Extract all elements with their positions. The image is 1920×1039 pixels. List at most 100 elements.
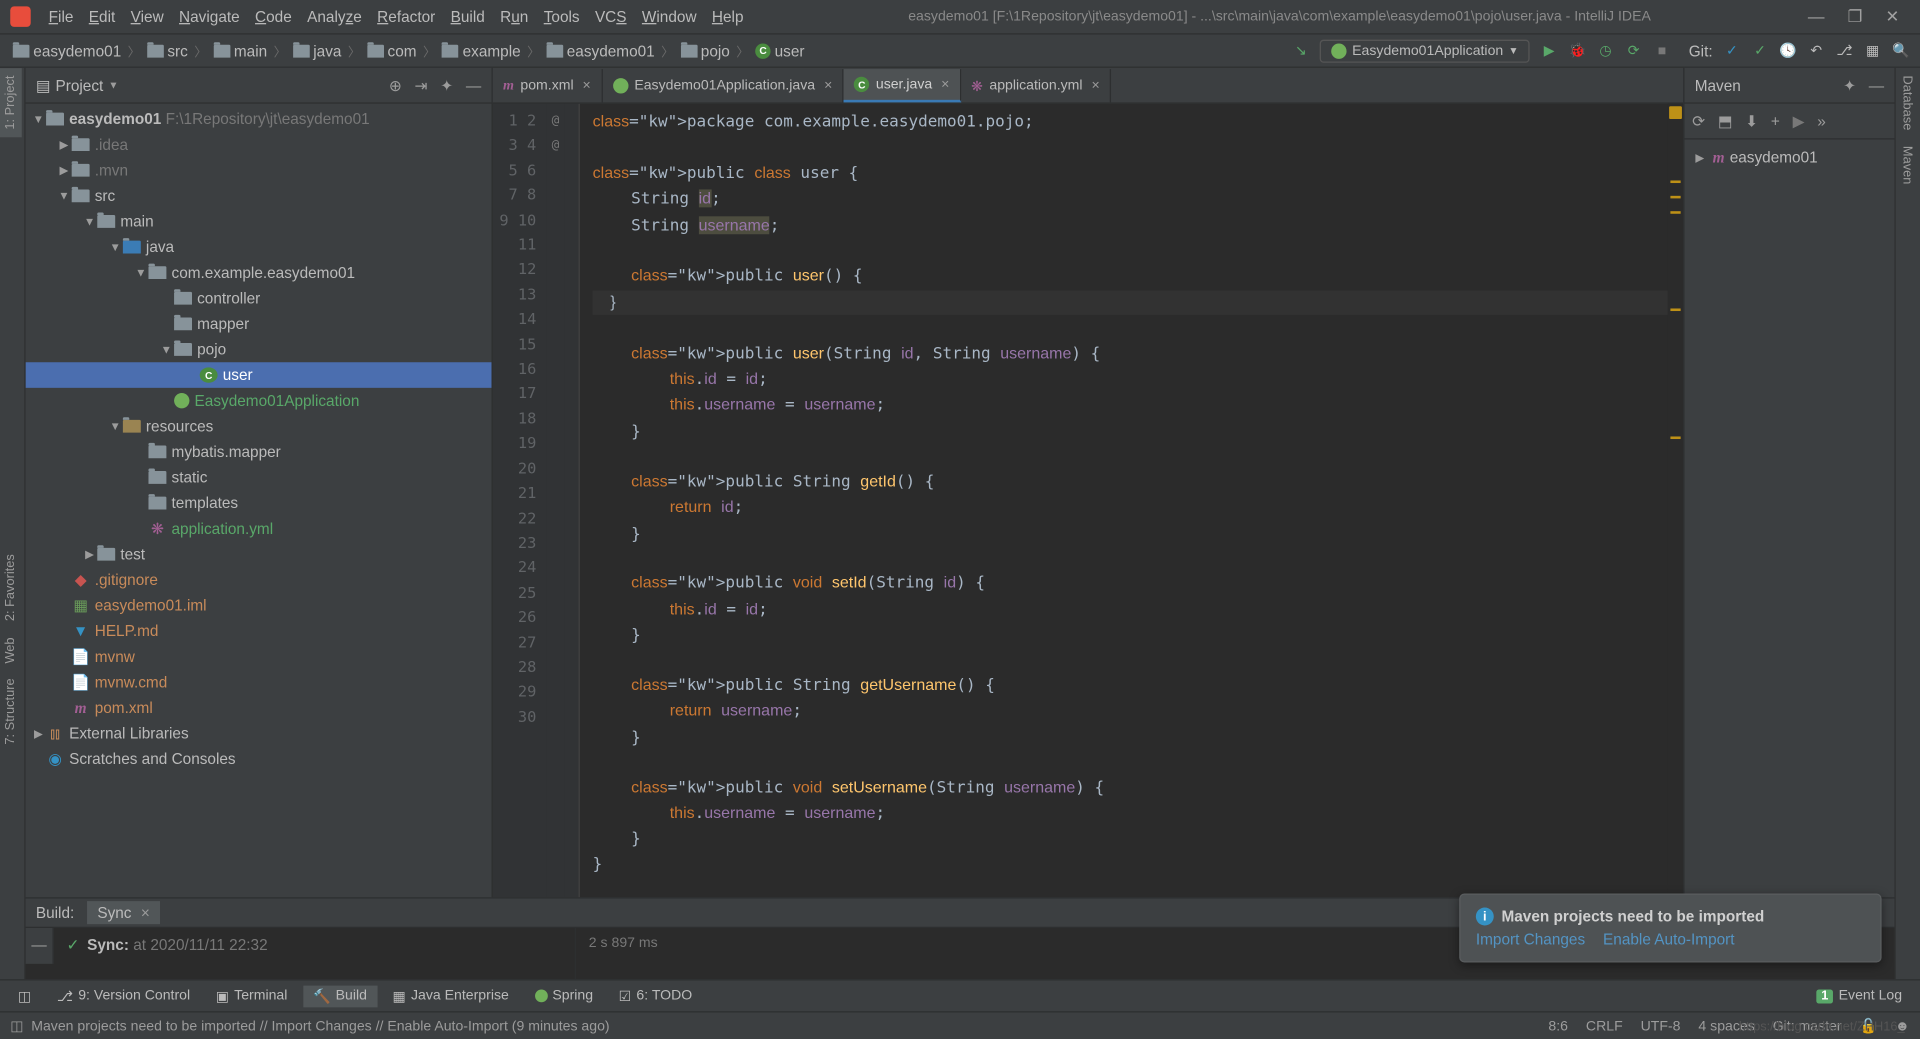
crumb-user[interactable]: Cuser <box>753 42 807 60</box>
menu-help[interactable]: Help <box>704 8 751 26</box>
maven-more-icon[interactable]: » <box>1817 112 1826 130</box>
tree-test[interactable]: ▶test <box>26 541 492 567</box>
menu-build[interactable]: Build <box>443 8 493 26</box>
menu-vcs[interactable]: VCS <box>587 8 634 26</box>
tool-version-control[interactable]: ⎇ 9: Version Control <box>47 985 201 1007</box>
tool-spring[interactable]: Spring <box>524 986 603 1006</box>
tool-todo[interactable]: ☑ 6: TODO <box>608 985 702 1007</box>
caret-position[interactable]: 8:6 <box>1548 1018 1568 1033</box>
tree-main[interactable]: ▼main <box>26 209 492 235</box>
tree-gitignore[interactable]: ◆.gitignore <box>26 567 492 593</box>
status-icon[interactable]: ◫ <box>10 1018 23 1035</box>
menu-code[interactable]: Code <box>247 8 299 26</box>
tool-terminal[interactable]: ▣ Terminal <box>205 985 297 1007</box>
crumb-main[interactable]: main <box>211 42 270 60</box>
tree-package[interactable]: ▼com.example.easydemo01 <box>26 260 492 286</box>
menu-file[interactable]: File <box>41 8 81 26</box>
tree-root[interactable]: ▼easydemo01 F:\1Repository\jt\easydemo01 <box>26 106 492 132</box>
close-icon[interactable]: × <box>583 78 591 93</box>
tool-project[interactable]: 1: Project <box>0 68 22 137</box>
maven-run-icon[interactable]: ▶ <box>1793 112 1805 130</box>
debug-button[interactable]: 🐞 <box>1568 42 1586 60</box>
tool-favorites[interactable]: 2: Favorites <box>0 547 22 629</box>
menu-refactor[interactable]: Refactor <box>370 8 443 26</box>
tree-templates[interactable]: templates <box>26 490 492 516</box>
tree-mvnw[interactable]: 📄mvnw <box>26 644 492 670</box>
maven-settings-icon[interactable]: ✦ <box>1843 76 1856 94</box>
event-log-button[interactable]: 1 Event Log <box>1806 986 1912 1006</box>
coverage-button[interactable]: ◷ <box>1597 42 1615 60</box>
tool-web[interactable]: Web <box>0 629 22 670</box>
project-tree[interactable]: ▼easydemo01 F:\1Repository\jt\easydemo01… <box>26 104 492 980</box>
tree-mvnw-cmd[interactable]: 📄mvnw.cmd <box>26 669 492 695</box>
tree-static[interactable]: static <box>26 465 492 491</box>
menu-analyze[interactable]: Analyze <box>299 8 369 26</box>
search-icon[interactable]: 🔍 <box>1892 42 1910 60</box>
maven-generate-icon[interactable]: ⬒ <box>1718 112 1733 130</box>
close-icon[interactable]: × <box>1091 78 1099 93</box>
error-stripe[interactable] <box>1668 104 1683 951</box>
menu-edit[interactable]: Edit <box>81 8 123 26</box>
menu-navigate[interactable]: Navigate <box>171 8 247 26</box>
maven-reload-icon[interactable]: ⟳ <box>1692 112 1705 130</box>
menu-window[interactable]: Window <box>634 8 704 26</box>
editor-body[interactable]: 1 2 3 4 5 6 7 8 9 10 11 12 13 14 15 16 1… <box>493 104 1683 951</box>
profile-button[interactable]: ⟳ <box>1625 42 1643 60</box>
tool-java-enterprise[interactable]: ▦ Java Enterprise <box>382 985 519 1007</box>
git-history-icon[interactable]: 🕓 <box>1779 42 1797 60</box>
tool-build[interactable]: 🔨 Build <box>303 985 377 1007</box>
tree-mybatis-mapper[interactable]: mybatis.mapper <box>26 439 492 465</box>
crumb-pojo[interactable]: pojo <box>678 42 733 60</box>
tab-application-yml[interactable]: ❋application.yml× <box>961 69 1111 102</box>
tree-controller[interactable]: controller <box>26 285 492 311</box>
tree-external-libs[interactable]: ▶⫾⫾External Libraries <box>26 721 492 747</box>
tool-maven[interactable]: Maven <box>1896 138 1918 192</box>
tree-mvn[interactable]: ▶.mvn <box>26 157 492 183</box>
tree-scratches[interactable]: ◉Scratches and Consoles <box>26 746 492 772</box>
close-button[interactable]: ✕ <box>1886 6 1900 26</box>
code-content[interactable]: class="kw">package com.example.easydemo0… <box>580 104 1668 951</box>
tree-idea[interactable]: ▶.idea <box>26 132 492 158</box>
settings-icon[interactable]: ✦ <box>440 76 453 94</box>
maven-hide-icon[interactable]: — <box>1869 76 1884 94</box>
crumb-example[interactable]: example <box>440 42 524 60</box>
tree-help[interactable]: ▼HELP.md <box>26 618 492 644</box>
git-commit-icon[interactable]: ✓ <box>1751 42 1769 60</box>
folding-gutter[interactable] <box>564 104 579 951</box>
crumb-easydemo01[interactable]: easydemo01 <box>544 42 658 60</box>
import-changes-link[interactable]: Import Changes <box>1476 931 1585 949</box>
tree-src[interactable]: ▼src <box>26 183 492 209</box>
menu-tools[interactable]: Tools <box>536 8 587 26</box>
crumb-java[interactable]: java <box>290 42 344 60</box>
ide-update-icon[interactable]: ▦ <box>1864 42 1882 60</box>
tree-resources[interactable]: ▼resources <box>26 413 492 439</box>
menu-view[interactable]: View <box>123 8 171 26</box>
git-revert-icon[interactable]: ↶ <box>1807 42 1825 60</box>
tree-user[interactable]: Cuser <box>26 362 492 388</box>
build-sync-tab[interactable]: Sync × <box>87 901 160 924</box>
tree-pojo[interactable]: ▼pojo <box>26 337 492 363</box>
tab-pom[interactable]: mpom.xml× <box>493 69 603 102</box>
build-tree-icon[interactable]: — <box>31 936 46 954</box>
tree-application-yml[interactable]: ❋application.yml <box>26 516 492 542</box>
crumb-project[interactable]: easydemo01 <box>10 42 124 60</box>
menu-run[interactable]: Run <box>492 8 536 26</box>
run-button[interactable]: ▶ <box>1540 42 1558 60</box>
git-update-icon[interactable]: ✓ <box>1723 42 1741 60</box>
encoding[interactable]: UTF-8 <box>1641 1018 1681 1033</box>
maven-download-icon[interactable]: ⬇ <box>1745 112 1758 130</box>
maven-add-icon[interactable]: + <box>1771 112 1780 130</box>
locate-icon[interactable]: ⊕ <box>389 76 402 94</box>
tree-mapper[interactable]: mapper <box>26 311 492 337</box>
tree-application-class[interactable]: Easydemo01Application <box>26 388 492 414</box>
line-separator[interactable]: CRLF <box>1586 1018 1623 1033</box>
tab-application-class[interactable]: Easydemo01Application.java× <box>602 69 844 102</box>
maven-project-row[interactable]: ▶measydemo01 <box>1692 145 1887 171</box>
close-icon[interactable]: × <box>941 77 949 92</box>
run-config-selector[interactable]: Easydemo01Application ▼ <box>1320 39 1530 62</box>
tool-database[interactable]: Database <box>1896 68 1918 138</box>
build-icon[interactable]: ↘ <box>1292 42 1310 60</box>
hide-tool-windows-icon[interactable]: ◫ <box>8 985 42 1007</box>
tree-java[interactable]: ▼java <box>26 234 492 260</box>
hide-icon[interactable]: — <box>466 76 481 94</box>
